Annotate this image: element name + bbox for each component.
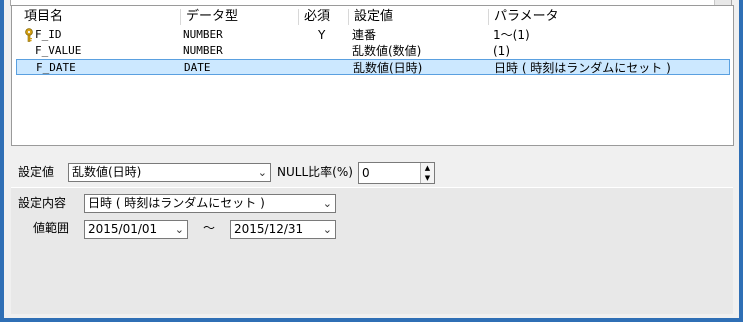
chevron-down-icon[interactable]: ⌄: [175, 221, 184, 238]
cell-setting: 乱数値(日時): [353, 61, 423, 75]
header-data-type[interactable]: データ型: [180, 9, 298, 25]
cell-required: Y: [318, 28, 326, 42]
detail-select-value: 日時 ( 時刻はランダムにセット ): [88, 196, 265, 210]
detail-select[interactable]: 日時 ( 時刻はランダムにセット ) ⌄: [84, 194, 336, 213]
range-separator: ～: [203, 221, 216, 235]
chevron-down-icon[interactable]: ⌄: [323, 221, 332, 238]
header-parameter[interactable]: パラメータ: [488, 9, 732, 25]
cell-param: 1～(1): [493, 28, 530, 42]
header-setting[interactable]: 設定値: [348, 9, 488, 25]
null-ratio-label: NULL比率(%): [277, 165, 353, 179]
cell-param: (1): [493, 44, 510, 58]
cell-type: DATE: [184, 61, 211, 74]
cell-type: NUMBER: [183, 28, 223, 41]
cell-name: F_DATE: [36, 61, 76, 74]
grid-header: 項目名 データ型 必須 設定値 パラメータ: [12, 6, 733, 26]
null-ratio-value[interactable]: 0: [362, 164, 370, 182]
cell-name: F_ID: [35, 28, 62, 41]
table-row[interactable]: F_VALUE NUMBER 乱数値(数値) (1): [16, 43, 730, 59]
table-row[interactable]: F_ID NUMBER Y 連番 1～(1): [16, 27, 730, 43]
field-grid[interactable]: 項目名 データ型 必須 設定値 パラメータ F_ID NUMBER Y 連番 1…: [11, 5, 734, 146]
cell-name: F_VALUE: [35, 44, 82, 57]
cell-param: 日時 ( 時刻はランダムにセット ): [494, 61, 671, 75]
spin-buttons: ▲ ▼: [420, 163, 434, 183]
chevron-down-icon[interactable]: ⌄: [323, 195, 332, 212]
range-from-picker[interactable]: 2015/01/01 ⌄: [84, 220, 188, 239]
header-field-name[interactable]: 項目名: [12, 9, 180, 25]
cell-type: NUMBER: [183, 44, 223, 57]
range-from-value: 2015/01/01: [88, 222, 158, 236]
detail-label: 設定内容: [18, 196, 67, 210]
range-to-picker[interactable]: 2015/12/31 ⌄: [230, 220, 336, 239]
range-to-value: 2015/12/31: [234, 222, 304, 236]
setting-select-value: 乱数値(日時): [72, 165, 142, 179]
null-ratio-stepper[interactable]: 0 ▲ ▼: [358, 162, 435, 184]
spin-down-icon[interactable]: ▼: [421, 173, 434, 183]
chevron-down-icon[interactable]: ⌄: [258, 164, 267, 181]
range-label: 値範囲: [33, 221, 70, 235]
setting-label: 設定値: [18, 165, 55, 179]
table-row-selected[interactable]: F_DATE DATE 乱数値(日時) 日時 ( 時刻はランダムにセット ): [16, 59, 730, 75]
cell-setting: 連番: [352, 28, 377, 42]
setting-select[interactable]: 乱数値(日時) ⌄: [68, 163, 271, 182]
header-required[interactable]: 必須: [298, 9, 348, 25]
key-icon: [25, 28, 33, 42]
cell-setting: 乱数値(数値): [352, 44, 422, 58]
